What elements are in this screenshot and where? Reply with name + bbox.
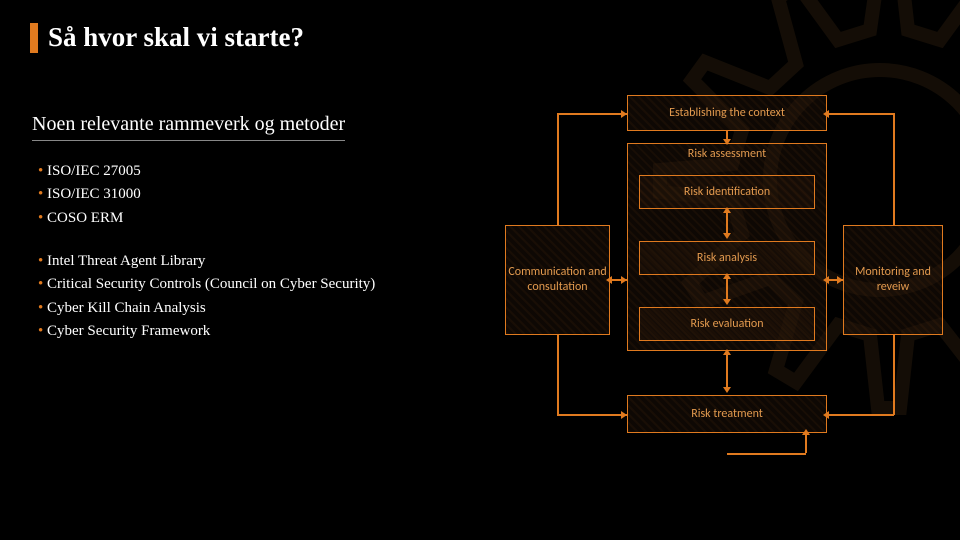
bullet-group-2: Intel Threat Agent Library Critical Secu… (38, 250, 375, 343)
arrow-line (726, 351, 728, 391)
list-item: Cyber Security Framework (38, 320, 375, 343)
arrowhead-up-icon (802, 429, 810, 435)
arrow-line (727, 453, 806, 455)
box-risk-analysis: Risk analysis (639, 241, 815, 275)
arrow-line (827, 414, 894, 416)
arrow-line (827, 113, 894, 115)
box-risk-evaluation: Risk evaluation (639, 307, 815, 341)
arrowhead-right-icon (837, 276, 843, 284)
arrow-line (805, 433, 807, 453)
list-item: Intel Threat Agent Library (38, 250, 375, 273)
arrow-line (557, 113, 559, 225)
box-establishing-context: Establishing the context (627, 95, 827, 131)
arrowhead-left-icon (823, 276, 829, 284)
arrow-line (893, 335, 895, 415)
list-item: Cyber Kill Chain Analysis (38, 297, 375, 320)
arrowhead-left-icon (606, 276, 612, 284)
arrow-line (557, 335, 559, 415)
box-monitoring-review: Monitoring and reveiw (843, 225, 943, 335)
arrow-line (893, 113, 895, 225)
arrowhead-down-icon (723, 299, 731, 305)
arrowhead-right-icon (621, 110, 627, 118)
arrowhead-up-icon (723, 349, 731, 355)
list-item: Critical Security Controls (Council on C… (38, 273, 375, 296)
risk-process-diagram: Establishing the context Risk assessment… (505, 95, 945, 465)
arrowhead-down-icon (723, 139, 731, 145)
slide: Så hvor skal vi starte? Noen relevante r… (0, 0, 960, 540)
box-risk-identification: Risk identification (639, 175, 815, 209)
list-item: ISO/IEC 31000 (38, 183, 141, 206)
arrowhead-left-icon (823, 110, 829, 118)
title-accent-bar (30, 23, 38, 53)
arrowhead-right-icon (621, 276, 627, 284)
arrowhead-left-icon (823, 411, 829, 419)
slide-subtitle: Noen relevante rammeverk og metoder (32, 113, 345, 141)
box-communication-consultation: Communication and consultation (505, 225, 610, 335)
title-row: Så hvor skal vi starte? (30, 22, 304, 53)
arrowhead-up-icon (723, 207, 731, 213)
arrow-line (557, 414, 627, 416)
list-item: COSO ERM (38, 207, 141, 230)
box-risk-treatment: Risk treatment (627, 395, 827, 433)
slide-title: Så hvor skal vi starte? (48, 22, 304, 53)
list-item: ISO/IEC 27005 (38, 160, 141, 183)
arrowhead-right-icon (621, 411, 627, 419)
bullet-group-1: ISO/IEC 27005 ISO/IEC 31000 COSO ERM (38, 160, 141, 230)
arrowhead-down-icon (723, 233, 731, 239)
arrowhead-down-icon (723, 387, 731, 393)
arrow-line (557, 113, 627, 115)
arrowhead-up-icon (723, 273, 731, 279)
label-risk-assessment: Risk assessment (627, 147, 827, 161)
